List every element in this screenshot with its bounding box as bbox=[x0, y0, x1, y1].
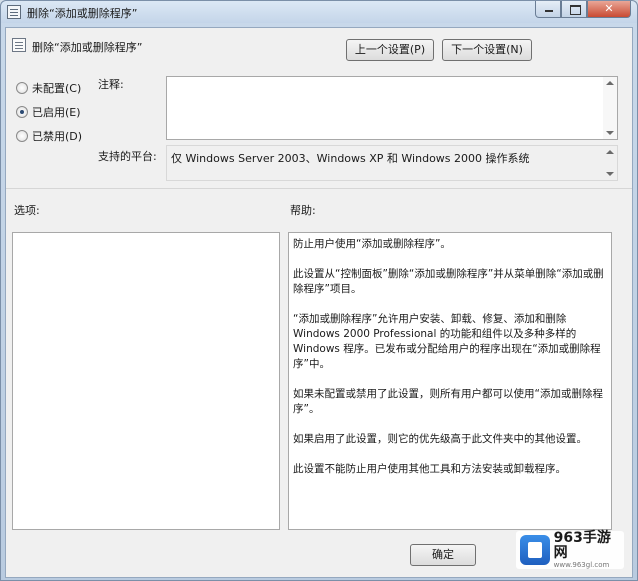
help-paragraph: 防止用户使用“添加或删除程序”。 bbox=[293, 238, 451, 250]
help-label: 帮助: bbox=[290, 204, 316, 217]
help-paragraph: 此设置从“控制面板”删除“添加或删除程序”并从菜单删除“添加或删除程序”项目。 bbox=[293, 268, 604, 295]
policy-dialog-window: 删除“添加或删除程序” 删除“添加或删除程序” 上一个设置(P) 下一个设置(N… bbox=[0, 0, 638, 581]
help-paragraph: 如果未配置或禁用了此设置，则所有用户都可以使用“添加或删除程序”。 bbox=[293, 388, 603, 415]
scroll-up-icon[interactable] bbox=[606, 81, 614, 85]
radio-disabled-label: 已禁用(D) bbox=[32, 130, 83, 143]
radio-enabled-label: 已启用(E) bbox=[32, 106, 81, 119]
radio-enabled-icon[interactable] bbox=[16, 106, 28, 118]
dialog-body: 删除“添加或删除程序” 上一个设置(P) 下一个设置(N) 未配置(C) 已启用… bbox=[5, 27, 633, 578]
comment-label: 注释: bbox=[98, 78, 124, 91]
policy-title: 删除“添加或删除程序” bbox=[32, 41, 143, 54]
maximize-icon[interactable] bbox=[561, 1, 587, 18]
policy-setting-icon bbox=[7, 5, 21, 19]
comment-textarea[interactable] bbox=[166, 76, 618, 140]
watermark-name: 963手游网 bbox=[553, 530, 611, 561]
help-paragraph: “添加或删除程序”允许用户安装、卸载、修复、添加和删除 Windows 2000… bbox=[293, 313, 601, 370]
scroll-down-icon[interactable] bbox=[606, 131, 614, 135]
watermark-url: www.963gl.com bbox=[553, 561, 610, 569]
radio-not-configured-icon[interactable] bbox=[16, 82, 28, 94]
help-paragraph: 此设置不能防止用户使用其他工具和方法安装或卸载程序。 bbox=[293, 463, 566, 475]
options-label: 选项: bbox=[14, 204, 40, 217]
window-controls bbox=[535, 1, 631, 19]
radio-disabled-icon[interactable] bbox=[16, 130, 28, 142]
window-title: 删除“添加或删除程序” bbox=[27, 7, 138, 20]
comment-scrollbar[interactable] bbox=[603, 77, 617, 139]
close-icon[interactable] bbox=[587, 1, 631, 18]
radio-enabled[interactable]: 已启用(E) bbox=[16, 104, 81, 120]
help-panel: 防止用户使用“添加或删除程序”。 此设置从“控制面板”删除“添加或删除程序”并从… bbox=[288, 232, 612, 530]
platform-field: 仅 Windows Server 2003、Windows XP 和 Windo… bbox=[166, 145, 618, 181]
platform-value: 仅 Windows Server 2003、Windows XP 和 Windo… bbox=[171, 152, 530, 165]
title-bar[interactable]: 删除“添加或删除程序” bbox=[1, 1, 637, 23]
radio-not-configured-label: 未配置(C) bbox=[32, 82, 82, 95]
previous-setting-button[interactable]: 上一个设置(P) bbox=[346, 39, 434, 61]
site-logo-icon bbox=[520, 535, 550, 565]
platform-label: 支持的平台: bbox=[98, 150, 157, 163]
next-setting-button[interactable]: 下一个设置(N) bbox=[442, 39, 532, 61]
minimize-icon[interactable] bbox=[535, 1, 561, 18]
platform-scrollbar[interactable] bbox=[603, 146, 617, 180]
options-panel bbox=[12, 232, 280, 530]
section-divider bbox=[6, 188, 632, 189]
help-text: 防止用户使用“添加或删除程序”。 此设置从“控制面板”删除“添加或删除程序”并从… bbox=[293, 237, 611, 492]
radio-not-configured[interactable]: 未配置(C) bbox=[16, 80, 81, 96]
radio-disabled[interactable]: 已禁用(D) bbox=[16, 128, 82, 144]
ok-button[interactable]: 确定 bbox=[410, 544, 476, 566]
scroll-down-icon[interactable] bbox=[606, 172, 614, 176]
scroll-up-icon[interactable] bbox=[606, 150, 614, 154]
policy-icon bbox=[12, 38, 26, 52]
help-paragraph: 如果启用了此设置，则它的优先级高于此文件夹中的其他设置。 bbox=[293, 433, 587, 445]
site-watermark: 963手游网 www.963gl.com bbox=[516, 531, 624, 569]
